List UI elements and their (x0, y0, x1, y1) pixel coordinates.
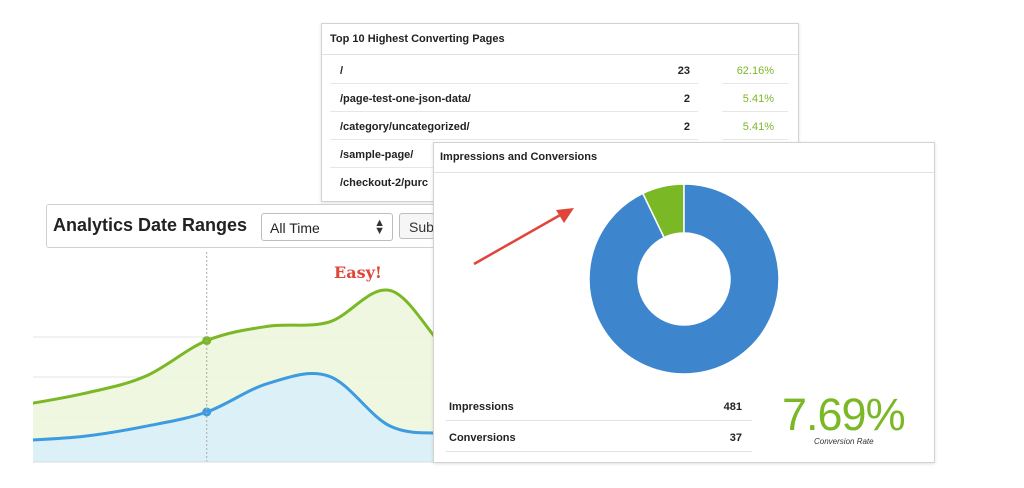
page-count: 2 (683, 93, 690, 105)
date-range-value: All Time (270, 220, 320, 236)
donut-chart (588, 183, 780, 375)
page-path[interactable]: /sample-page/ (340, 149, 413, 161)
table-row: / 23 62.16% (330, 56, 790, 84)
page-percent: 62.16% (736, 65, 774, 77)
select-arrows-icon: ▲ ▼ (374, 217, 385, 237)
page-path[interactable]: /category/uncategorized/ (340, 121, 470, 133)
table-row: /page-test-one-json-data/ 2 5.41% (330, 84, 790, 112)
conversion-rate-label: Conversion Rate (814, 437, 874, 446)
page-path[interactable]: /checkout-2/purc (340, 177, 428, 189)
stat-value: 37 (729, 432, 742, 444)
top-pages-title: Top 10 Highest Converting Pages (322, 24, 798, 55)
date-range-bar: Analytics Date Ranges All Time ▲ ▼ Sub (46, 204, 479, 248)
conversion-rate-value: 7.69% (782, 389, 906, 440)
page-path[interactable]: / (340, 65, 343, 77)
stat-value: 481 (723, 401, 742, 413)
page-percent: 5.41% (742, 93, 774, 105)
area-chart (33, 252, 463, 464)
stat-label: Impressions (449, 401, 514, 413)
page-count: 2 (683, 121, 690, 133)
page-count: 23 (677, 65, 690, 77)
donut-slice-impressions (588, 183, 780, 375)
impressions-title: Impressions and Conversions (434, 143, 934, 173)
stat-row-conversions: Conversions 37 (446, 422, 752, 452)
red-arrow-icon (473, 208, 574, 266)
stat-row-impressions: Impressions 481 (446, 391, 752, 421)
page-path[interactable]: /page-test-one-json-data/ (340, 93, 471, 105)
stat-label: Conversions (449, 432, 516, 444)
impressions-conversions-panel: Impressions and Conversions Impressions … (433, 142, 935, 463)
date-range-title: Analytics Date Ranges (53, 215, 248, 235)
easy-annotation: Easy! (334, 263, 382, 282)
page-percent: 5.41% (742, 121, 774, 133)
date-range-select[interactable]: All Time ▲ ▼ (261, 213, 393, 241)
table-row: /category/uncategorized/ 2 5.41% (330, 112, 790, 140)
